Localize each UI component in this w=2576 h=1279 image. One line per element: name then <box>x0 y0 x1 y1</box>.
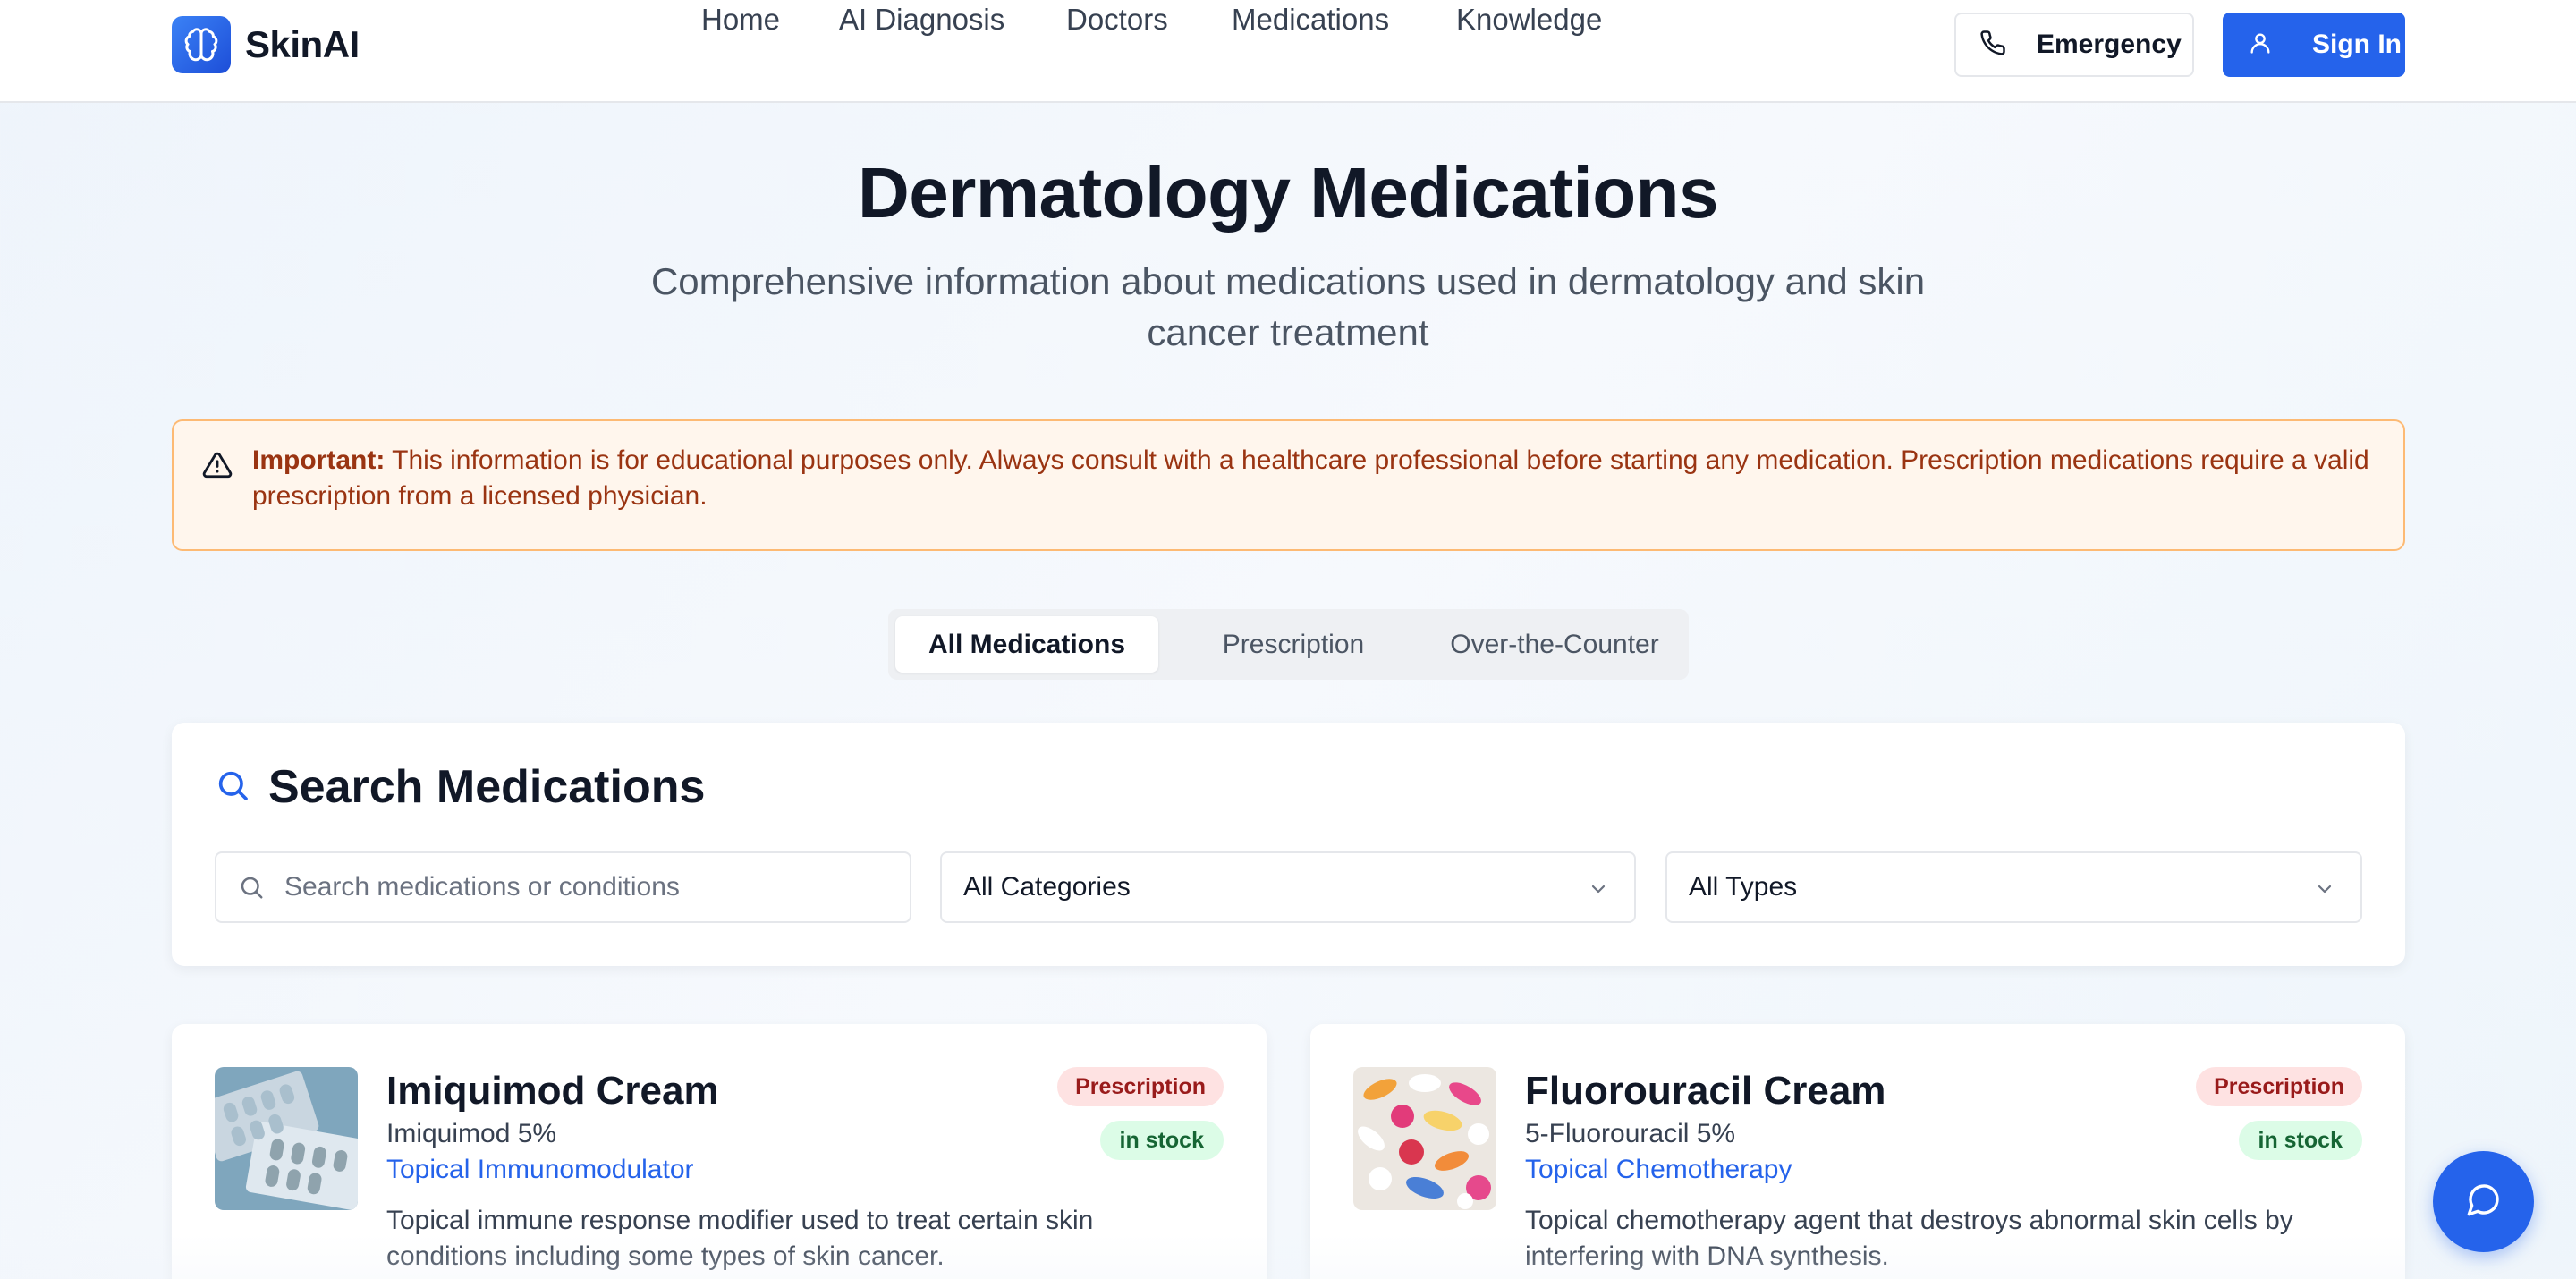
nav-medications[interactable]: Medications <box>1232 0 1389 39</box>
search-input-icon <box>238 874 265 901</box>
chat-bubble-icon <box>2466 1182 2502 1222</box>
user-icon <box>2248 30 2273 60</box>
prescription-badge: Prescription <box>2196 1067 2362 1106</box>
top-navbar: SkinAI Home AI Diagnosis Doctors Medicat… <box>0 0 2576 103</box>
medication-image-blister-packs <box>215 1067 358 1210</box>
medication-description: Topical chemotherapy agent that destroys… <box>1525 1206 2293 1271</box>
warning-triangle-icon <box>202 450 233 485</box>
category-select-value: All Categories <box>963 872 1131 902</box>
medication-type-tabs: All Medications Prescription Over-the-Co… <box>888 609 1689 680</box>
page-title: Dermatology Medications <box>857 153 1719 233</box>
medication-generic: Imiquimod 5% <box>386 1119 557 1148</box>
search-title: Search Medications <box>268 761 706 813</box>
nav-ai-diagnosis[interactable]: AI Diagnosis <box>839 0 1004 39</box>
prescription-badge: Prescription <box>1057 1067 1224 1106</box>
medication-name: Fluorouracil Cream <box>1525 1069 1886 1113</box>
emergency-button[interactable]: Emergency <box>1954 13 2194 77</box>
search-heading: Search Medications <box>215 760 705 814</box>
tab-prescription[interactable]: Prescription <box>1162 616 1425 673</box>
sign-in-label: Sign In <box>2312 30 2402 59</box>
page-subtitle: Comprehensive information about medicati… <box>650 260 1926 353</box>
nav-doctors[interactable]: Doctors <box>1066 0 1168 39</box>
disclaimer-text: Important: This information is for educa… <box>252 443 2381 514</box>
type-select-value: All Types <box>1689 872 1798 902</box>
sign-in-button[interactable]: Sign In <box>2223 13 2405 77</box>
medication-description: Topical immune response modifier used to… <box>386 1206 1094 1271</box>
disclaimer-body: This information is for educational purp… <box>252 445 2369 511</box>
emergency-label: Emergency <box>2037 30 2182 59</box>
medication-card[interactable]: Fluorouracil Cream 5-Fluorouracil 5% Top… <box>1310 1024 2405 1279</box>
stock-badge: in stock <box>1099 1121 1224 1160</box>
disclaimer-alert: Important: This information is for educa… <box>172 419 2405 551</box>
nav-home[interactable]: Home <box>701 0 780 39</box>
search-card: Search Medications All Categories All Ty… <box>172 723 2405 966</box>
search-icon <box>215 767 250 808</box>
brain-icon <box>172 16 231 73</box>
brand-logo[interactable]: SkinAI <box>172 16 360 73</box>
type-select[interactable]: All Types <box>1665 851 2362 923</box>
chat-button[interactable] <box>2433 1151 2534 1252</box>
medication-class-link[interactable]: Topical Chemotherapy <box>1525 1155 1792 1185</box>
tab-over-the-counter[interactable]: Over-the-Counter <box>1425 616 1684 673</box>
category-select[interactable]: All Categories <box>940 851 1636 923</box>
chevron-down-icon <box>2314 878 2335 904</box>
disclaimer-strong: Important: <box>252 445 386 475</box>
stock-badge: in stock <box>2238 1121 2362 1160</box>
search-field[interactable] <box>215 851 911 923</box>
medication-image-assorted-pills <box>1353 1067 1496 1210</box>
medication-generic: 5-Fluorouracil 5% <box>1525 1119 1736 1148</box>
phone-icon <box>1979 30 2006 61</box>
medication-name: Imiquimod Cream <box>386 1069 719 1113</box>
chevron-down-icon <box>1588 878 1609 904</box>
tab-all-medications[interactable]: All Medications <box>895 616 1158 673</box>
nav-knowledge[interactable]: Knowledge <box>1456 0 1602 39</box>
medication-card[interactable]: Imiquimod Cream Imiquimod 5% Topical Imm… <box>172 1024 1267 1279</box>
search-input[interactable] <box>284 872 866 902</box>
medication-class-link[interactable]: Topical Immunomodulator <box>386 1155 694 1185</box>
brand-name: SkinAI <box>245 23 360 65</box>
